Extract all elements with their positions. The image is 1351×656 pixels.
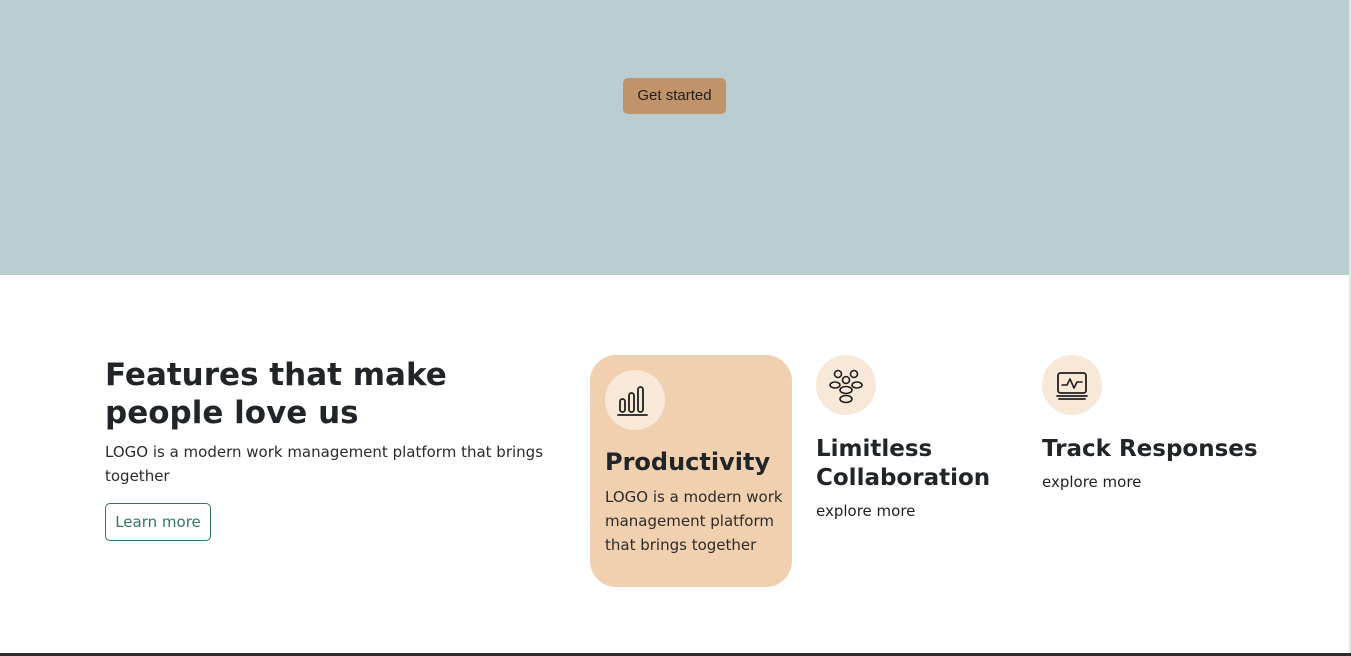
features-title: Features that make people love us: [105, 357, 447, 431]
collaboration-icon-circle: [816, 355, 876, 415]
monitor-chart-icon: [1056, 372, 1088, 400]
productivity-title: Productivity: [605, 448, 771, 476]
track-explore-link[interactable]: explore more: [1042, 472, 1282, 492]
collaboration-title: Limitless Collaboration: [816, 436, 991, 491]
bar-chart-icon: [617, 386, 648, 416]
collaboration-feature: Limitless Collaboration explore more: [816, 355, 1026, 521]
track-icon-circle: [1042, 355, 1102, 415]
collaboration-explore-link[interactable]: explore more: [816, 501, 1026, 521]
get-started-button[interactable]: Get started: [623, 78, 726, 114]
productivity-card[interactable]: Productivity LOGO is a modern work manag…: [590, 355, 792, 587]
features-intro: Features that make people love us LOGO i…: [105, 356, 575, 541]
learn-more-button[interactable]: Learn more: [105, 503, 211, 541]
productivity-icon-circle: [605, 370, 665, 430]
hero-section: Get started: [0, 0, 1349, 275]
track-responses-feature: Track Responses explore more: [1042, 355, 1282, 492]
track-responses-title: Track Responses: [1042, 436, 1258, 462]
features-description: LOGO is a modern work management platfor…: [105, 443, 544, 485]
people-group-icon: [829, 369, 863, 404]
productivity-description: LOGO is a modern work management platfor…: [605, 488, 783, 554]
